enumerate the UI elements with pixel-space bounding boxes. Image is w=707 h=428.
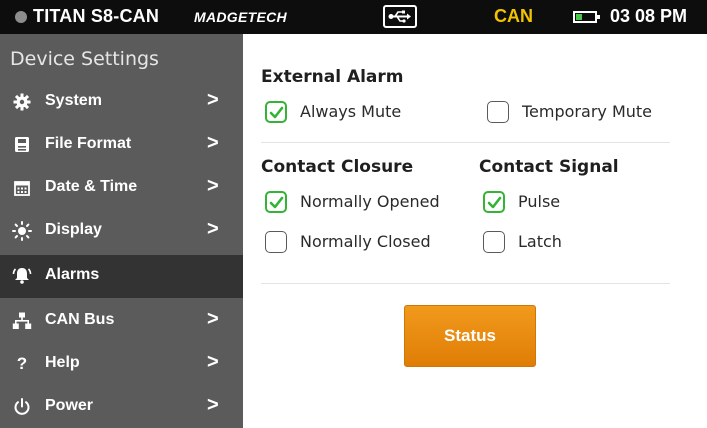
temporary-mute-checkbox[interactable]: [487, 101, 509, 123]
chevron-right-icon: >: [207, 218, 219, 240]
contact-closure-title: Contact Closure: [261, 157, 414, 177]
section-divider: [261, 142, 670, 143]
chevron-right-icon: >: [207, 308, 219, 330]
sidebar-item-label: Power: [45, 397, 94, 414]
normally-closed-checkbox[interactable]: [265, 231, 287, 253]
sidebar-item-power[interactable]: Power >: [0, 386, 243, 428]
connection-status: CAN: [494, 6, 533, 26]
contact-signal-title: Contact Signal: [479, 157, 619, 177]
sidebar-item-label: Date & Time: [45, 178, 138, 195]
sidebar-item-label: CAN Bus: [45, 311, 115, 328]
chevron-right-icon: >: [207, 132, 219, 154]
question-icon: ?: [16, 354, 28, 373]
pulse-checkbox[interactable]: [483, 191, 505, 213]
status-bar: TITAN S8-CAN MADGETECH CAN 03 08 PM: [0, 0, 707, 34]
sidebar-item-label: File Format: [45, 135, 132, 152]
always-mute-option[interactable]: Always Mute: [265, 101, 465, 127]
sidebar-item-label: Help: [45, 354, 80, 371]
usb-icon: [383, 5, 417, 28]
sidebar-item-label: Alarms: [45, 266, 100, 283]
sidebar-item-display[interactable]: Display >: [0, 210, 243, 253]
chevron-right-icon: >: [207, 89, 219, 111]
sidebar: Device Settings System > File Format > D…: [0, 34, 253, 428]
chevron-right-icon: >: [207, 351, 219, 373]
sidebar-title: Device Settings: [10, 48, 159, 70]
latch-option[interactable]: Latch: [483, 231, 603, 257]
latch-label: Latch: [518, 232, 562, 251]
pulse-label: Pulse: [518, 192, 561, 211]
always-mute-label: Always Mute: [300, 102, 402, 121]
chevron-right-icon: >: [207, 175, 219, 197]
network-icon: [12, 311, 32, 331]
sidebar-item-can-bus[interactable]: CAN Bus >: [0, 300, 243, 343]
sidebar-item-help[interactable]: ? Help >: [0, 343, 243, 386]
sidebar-item-system[interactable]: System >: [0, 81, 243, 124]
clock: 03 08 PM: [610, 6, 688, 26]
section-divider: [261, 283, 670, 284]
latch-checkbox[interactable]: [483, 231, 505, 253]
external-alarm-title: External Alarm: [261, 67, 404, 87]
temporary-mute-option[interactable]: Temporary Mute: [487, 101, 687, 127]
always-mute-checkbox[interactable]: [265, 101, 287, 123]
brightness-icon: [12, 221, 32, 241]
status-button[interactable]: Status: [404, 305, 536, 367]
sidebar-item-alarms[interactable]: Alarms: [0, 255, 243, 298]
alarm-settings-panel: External Alarm Always Mute Temporary Mut…: [243, 34, 707, 428]
device-name: TITAN S8-CAN: [33, 6, 160, 26]
sidebar-item-file-format[interactable]: File Format >: [0, 124, 243, 167]
brand-logo: MADGETECH: [194, 9, 287, 25]
temporary-mute-label: Temporary Mute: [522, 102, 653, 121]
normally-opened-label: Normally Opened: [300, 192, 440, 211]
normally-opened-checkbox[interactable]: [265, 191, 287, 213]
pulse-option[interactable]: Pulse: [483, 191, 603, 217]
sidebar-item-label: Display: [45, 221, 102, 238]
normally-opened-option[interactable]: Normally Opened: [265, 191, 465, 217]
battery-icon: [573, 11, 600, 23]
bell-icon: [12, 266, 32, 286]
power-icon: [12, 397, 32, 417]
normally-closed-option[interactable]: Normally Closed: [265, 231, 465, 257]
normally-closed-label: Normally Closed: [300, 232, 431, 251]
file-icon: [12, 135, 32, 155]
gear-icon: [12, 92, 32, 112]
sidebar-item-date-time[interactable]: Date & Time >: [0, 167, 243, 210]
calendar-icon: [12, 178, 32, 198]
chevron-right-icon: >: [207, 394, 219, 416]
device-status-dot: [15, 11, 27, 23]
sidebar-item-label: System: [45, 92, 102, 109]
